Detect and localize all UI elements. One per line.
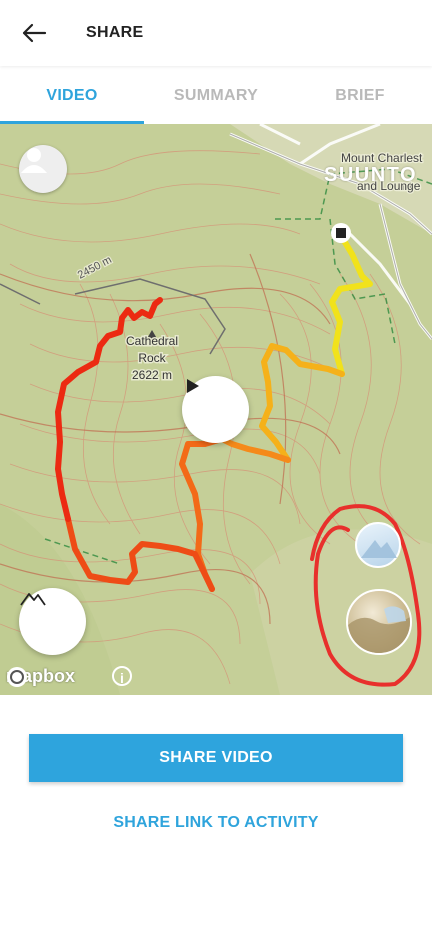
play-button[interactable] (182, 376, 249, 443)
tab-bar: VIDEO SUMMARY BRIEF (0, 72, 432, 124)
map-view[interactable]: Cathedral Rock 2622 m 2450 m Mount Charl… (0, 124, 432, 695)
tab-summary[interactable]: SUMMARY (144, 72, 288, 124)
back-button[interactable] (14, 16, 54, 50)
page-title: SHARE (86, 24, 144, 41)
peak-elevation: 2622 m (132, 368, 172, 382)
photo-thumbnail-2[interactable] (346, 589, 412, 655)
mountain-icon (20, 593, 46, 606)
terrain-3d-button[interactable] (19, 588, 86, 655)
mapbox-logo-icon (7, 667, 27, 687)
mapbox-attribution[interactable]: mapbox (6, 666, 75, 687)
tab-video[interactable]: VIDEO (0, 72, 144, 124)
photo-thumbnail[interactable] (355, 522, 401, 568)
brand-logo: SUUNTO (324, 164, 418, 186)
arrow-left-icon (22, 23, 47, 43)
user-icon (21, 148, 47, 173)
place-label-line-1: Mount Charlest (341, 151, 423, 165)
landscape-photo-icon (348, 606, 410, 653)
avatar[interactable] (19, 145, 67, 193)
info-button[interactable]: i (112, 666, 132, 686)
peak-label-2: Rock (138, 351, 166, 365)
share-video-button[interactable]: SHARE VIDEO (29, 734, 403, 782)
share-link-button[interactable]: SHARE LINK TO ACTIVITY (0, 814, 432, 832)
play-icon (187, 379, 199, 393)
mountain-photo-icon (361, 540, 397, 558)
app-header: SHARE (0, 0, 432, 66)
tab-brief[interactable]: BRIEF (288, 72, 432, 124)
peak-label-1: Cathedral (126, 334, 178, 348)
